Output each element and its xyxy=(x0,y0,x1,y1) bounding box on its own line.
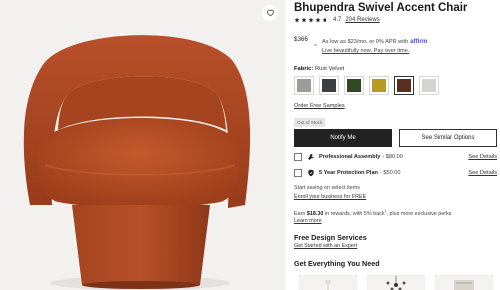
rewards-text: Earn $18.30 in rewards, with 5% back1, p… xyxy=(294,209,451,217)
enroll-business-link[interactable]: Enroll your business for FREE xyxy=(294,194,366,200)
affirm-financing: As low as $23/mo, or 0% APR with affirm xyxy=(322,38,427,45)
lamp-icon xyxy=(325,280,331,290)
business-text: Start saving on select items xyxy=(294,185,360,191)
protection-plan-option: 5 Year Protection Plan - $50.00 See Deta… xyxy=(294,169,500,177)
recommended-product[interactable] xyxy=(299,275,357,290)
assembly-option: Professional Assembly - $80.00 See Detai… xyxy=(294,153,500,161)
swatch-light-gray[interactable] xyxy=(419,76,439,95)
price: $366 xyxy=(294,36,308,43)
favorite-button[interactable] xyxy=(262,5,278,21)
affirm-link[interactable]: Live beautifully now. Pay over time. xyxy=(322,48,409,54)
fabric-prefix: Fabric: xyxy=(294,66,314,72)
swatch-green[interactable] xyxy=(344,76,364,95)
swatch-color xyxy=(347,79,361,92)
rewards-amount: $18.30 xyxy=(306,210,324,217)
rewards-prefix: Earn xyxy=(294,210,306,217)
chair-illustration xyxy=(23,35,251,290)
get-everything-title: Get Everything You Need xyxy=(294,259,380,268)
wrench-icon xyxy=(307,153,315,161)
rating-value: 4.7 xyxy=(333,17,342,23)
star-half-icon xyxy=(322,17,328,23)
notify-me-button[interactable]: Notify Me xyxy=(294,129,392,147)
reviews-link[interactable]: 204 Reviews xyxy=(345,17,379,23)
design-services-title: Free Design Services xyxy=(294,233,367,242)
swatch-rust-selected[interactable] xyxy=(394,76,414,95)
or-label: or xyxy=(314,42,318,47)
fabric-label: Fabric: Rust Velvet xyxy=(294,66,344,72)
protection-plan-name: 5 Year Protection Plan xyxy=(319,170,378,176)
star-rating xyxy=(294,17,328,23)
assembly-see-details[interactable]: See Details xyxy=(468,154,497,160)
swatch-color xyxy=(322,79,336,92)
star-icon xyxy=(301,17,307,23)
protection-plan-checkbox[interactable] xyxy=(294,169,302,177)
affirm-text: As low as $23/mo, or 0% APR with xyxy=(322,38,409,45)
design-expert-link[interactable]: Get Started with an Expert xyxy=(294,243,357,249)
affirm-logo: affirm xyxy=(410,38,428,45)
assembly-checkbox[interactable] xyxy=(294,153,302,161)
heart-icon xyxy=(266,4,275,22)
see-similar-button[interactable]: See Similar Options xyxy=(399,129,497,147)
assembly-price: - $80.00 xyxy=(382,154,403,160)
cabinet-icon xyxy=(454,280,474,290)
star-icon xyxy=(294,17,300,23)
protection-plan-price: - $50.00 xyxy=(379,170,401,176)
swatch-charcoal[interactable] xyxy=(319,76,339,95)
fabric-swatches xyxy=(294,76,439,95)
swatch-color xyxy=(297,79,311,92)
learn-more-link[interactable]: Learn more xyxy=(294,218,322,224)
swatch-mustard[interactable] xyxy=(369,76,389,95)
product-image xyxy=(0,0,285,290)
recommended-products xyxy=(299,275,493,290)
product-title: Bhupendra Swivel Accent Chair xyxy=(294,2,468,14)
swatch-color xyxy=(397,79,411,92)
shield-icon xyxy=(307,169,315,177)
star-icon xyxy=(315,17,321,23)
swatch-color xyxy=(372,79,386,92)
rating-row: 4.7 204 Reviews xyxy=(294,17,380,23)
swatch-color xyxy=(422,79,436,92)
recommended-product[interactable] xyxy=(367,275,425,290)
fabric-value: Rust Velvet xyxy=(314,66,345,72)
product-details: Bhupendra Swivel Accent Chair 4.7 204 Re… xyxy=(294,0,500,290)
protection-plan-see-details[interactable]: See Details xyxy=(468,170,497,176)
assembly-name: Professional Assembly xyxy=(319,154,381,160)
rewards-suffix: in rewards, with 5% back xyxy=(324,210,385,217)
star-icon xyxy=(308,17,314,23)
chandelier-icon xyxy=(386,276,406,290)
stock-status-badge: Out of Stock xyxy=(294,118,326,127)
recommended-product[interactable] xyxy=(435,275,493,290)
swatch-gray[interactable] xyxy=(294,76,314,95)
rewards-suffix2: , plus more exclusive perks xyxy=(386,210,452,217)
order-samples-link[interactable]: Order Free Samples xyxy=(294,103,345,109)
